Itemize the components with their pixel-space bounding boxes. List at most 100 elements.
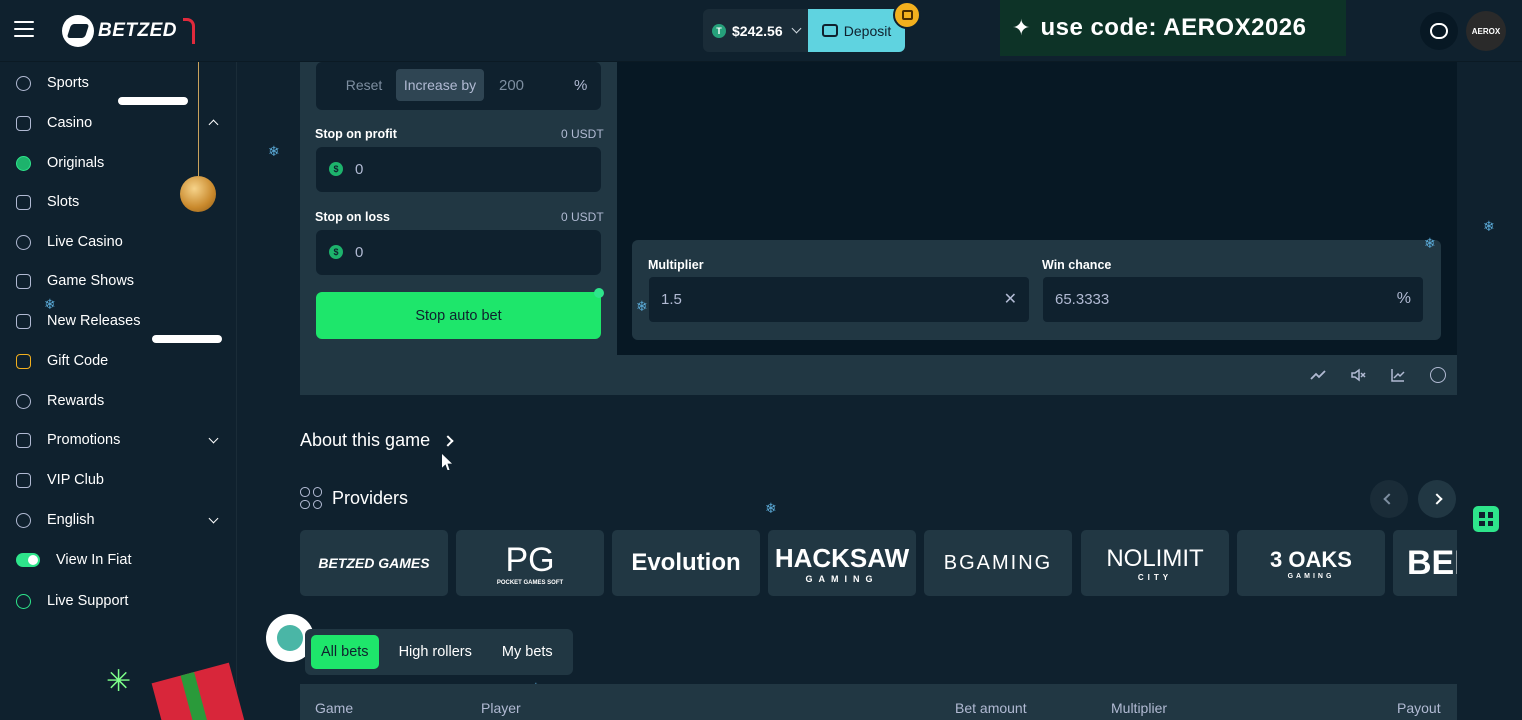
close-icon[interactable]: ✕ [1004, 289, 1017, 309]
provider-card[interactable]: BETZED GAMES [300, 530, 448, 596]
chevron-up-icon[interactable] [208, 119, 219, 130]
provider-card[interactable]: PG POCKET GAMES SOFT [456, 530, 604, 596]
provider-card[interactable]: NOLIMIT CITY [1081, 530, 1229, 596]
provider-card[interactable]: BGAMING [924, 530, 1072, 596]
provider-name: PG [505, 540, 555, 579]
promo-banner[interactable]: ✦ use code: AEROX2026 [1000, 0, 1346, 56]
sidebar-item-label: Gift Code [47, 353, 109, 369]
avatar[interactable]: AEROX [1466, 11, 1506, 51]
status-dot [594, 288, 604, 298]
sidebar-item-gift-code[interactable]: Gift Code [0, 343, 237, 379]
stop-profit-field[interactable]: $ 0 [316, 147, 601, 192]
snowflake-icon: ❄ [1483, 218, 1495, 234]
deposit-label: Deposit [843, 22, 892, 39]
tab-all-bets[interactable]: All bets [311, 635, 379, 669]
snowflake-icon: ❄ [44, 296, 56, 312]
stop-profit-value: 0 [355, 161, 364, 178]
chevron-down-icon[interactable] [208, 433, 219, 444]
provider-card[interactable]: HACKSAW GAMING [768, 530, 916, 596]
sidebar-item-live-support[interactable]: Live Support [0, 583, 237, 619]
sidebar-item-sports[interactable]: Sports [0, 65, 237, 101]
grid-icon [300, 487, 322, 509]
pen-icon [16, 273, 31, 289]
reset-button[interactable]: Reset [332, 69, 396, 101]
sidebar-item-view-in-fiat[interactable]: View In Fiat [0, 542, 237, 578]
sidebar-item-casino[interactable]: Casino [0, 105, 237, 141]
tab-my-bets[interactable]: My bets [492, 635, 563, 669]
top-bar: BETZED T $242.56 Deposit ✦ use code: AER… [0, 0, 1522, 62]
casino-icon [16, 115, 31, 131]
provider-card[interactable]: BEL [1393, 530, 1457, 596]
chevron-down-icon [791, 23, 802, 34]
sidebar-item-label: Casino [47, 115, 93, 131]
stats-icon[interactable] [1390, 367, 1406, 383]
globe-icon [16, 512, 31, 528]
sidebar-item-label: View In Fiat [56, 552, 132, 568]
multiplier-panel: Multiplier 1.5 ✕ Win chance 65.3333 % [632, 240, 1441, 340]
provider-card[interactable]: 3 OAKS GAMING [1237, 530, 1385, 596]
dollar-icon: $ [329, 245, 343, 259]
provider-name: Evolution [631, 549, 741, 576]
sidebar-item-game-shows[interactable]: Game Shows [0, 263, 237, 299]
wallet-icon [821, 24, 838, 37]
gift-badge-icon[interactable] [893, 1, 921, 29]
stop-loss-label: Stop on loss [315, 210, 390, 224]
about-label: About this game [300, 430, 431, 450]
trend-icon[interactable] [1310, 367, 1326, 383]
win-chance-label: Win chance [1042, 258, 1112, 272]
deposit-button[interactable]: Deposit [808, 9, 905, 52]
prev-arrow-button[interactable] [1370, 480, 1408, 518]
sidebar-item-live-casino[interactable]: Live Casino [0, 224, 237, 260]
sidebar-item-slots[interactable]: Slots [0, 184, 237, 220]
provider-name: NOLIMIT [1106, 544, 1204, 572]
stop-loss-currency: 0 USDT [561, 210, 604, 224]
stop-profit-label: Stop on profit [315, 127, 397, 141]
stop-loss-field[interactable]: $ 0 [316, 230, 601, 275]
sparkle-icon: ✦ [1012, 15, 1031, 40]
mute-icon[interactable] [1350, 367, 1366, 383]
win-chance-input[interactable]: 65.3333 % [1043, 277, 1423, 322]
chevron-right-icon [442, 434, 454, 447]
increase-by-button[interactable]: Increase by [396, 69, 484, 101]
column-header: Bet amount [955, 700, 1027, 716]
provider-subtitle: CITY [1137, 572, 1173, 582]
provider-card[interactable]: Evolution [612, 530, 760, 596]
sidebar-item-label: Game Shows [47, 273, 135, 289]
multiplier-input[interactable]: 1.5 ✕ [649, 277, 1029, 322]
balance-selector[interactable]: T $242.56 [703, 9, 808, 52]
live-icon [16, 234, 31, 250]
gift-icon [16, 353, 31, 369]
sidebar-item-vip-club[interactable]: VIP Club [0, 462, 237, 498]
chat-icon[interactable] [1420, 12, 1458, 50]
provider-name: BETZED GAMES [318, 555, 430, 571]
sidebar-item-originals[interactable]: Originals [0, 145, 237, 181]
mouse-cursor-icon [442, 454, 452, 470]
headset-icon [16, 593, 31, 609]
sidebar-item-language[interactable]: English [0, 502, 237, 538]
sidebar-item-promotions[interactable]: Promotions [0, 422, 237, 458]
originals-icon [16, 155, 31, 171]
percent-label: % [1396, 290, 1411, 307]
rewards-icon [16, 393, 31, 409]
providers-heading: Providers [300, 487, 408, 509]
multiplier-label: Multiplier [648, 258, 704, 272]
tab-high-rollers[interactable]: High rollers [389, 635, 482, 669]
tether-icon: T [712, 23, 726, 38]
bets-table-header: Game Player Bet amount Multiplier Payout [300, 684, 1457, 720]
chevron-down-icon[interactable] [208, 513, 219, 524]
fiat-toggle[interactable] [16, 553, 40, 567]
sidebar-item-rewards[interactable]: Rewards [0, 383, 237, 419]
multiplier-value: 1.5 [661, 291, 682, 308]
logo[interactable]: BETZED [62, 14, 195, 48]
widget-icon[interactable] [1473, 506, 1499, 532]
about-game-link[interactable]: About this game [300, 430, 454, 451]
next-arrow-button[interactable] [1418, 480, 1456, 518]
menu-icon[interactable] [14, 21, 34, 39]
sidebar-item-new-releases[interactable]: New Releases [0, 303, 237, 339]
provider-name: BEL [1407, 543, 1457, 582]
autobet-panel: Reset Increase by 200 % Stop on profit 0… [300, 62, 617, 355]
fairness-icon[interactable] [1430, 367, 1446, 383]
stop-auto-bet-button[interactable]: Stop auto bet [316, 292, 601, 339]
logo-mark-icon [277, 625, 303, 651]
avatar-text: AEROX [1471, 26, 1501, 36]
